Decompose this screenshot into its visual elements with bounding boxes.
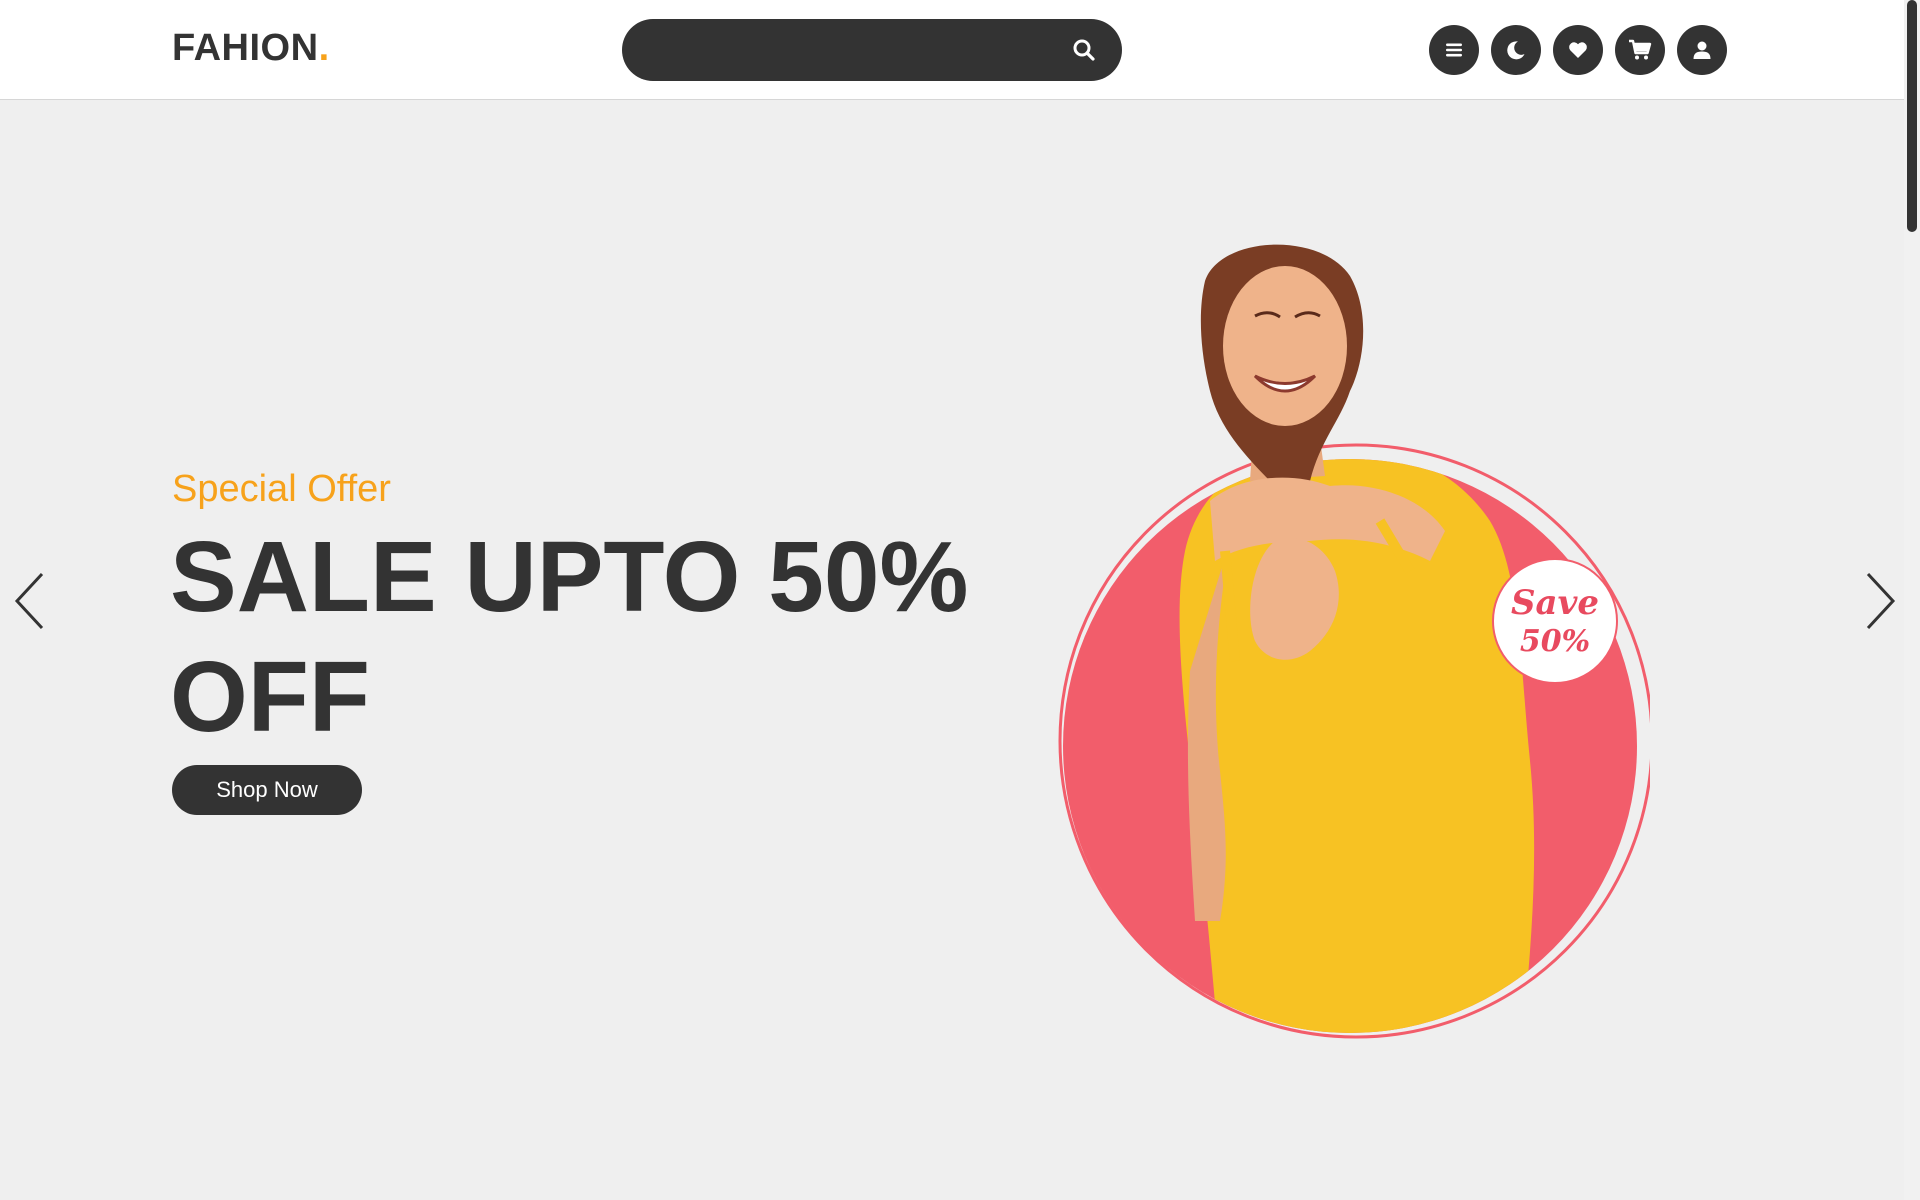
previous-slide-button[interactable] xyxy=(12,566,52,636)
hero-title: SALE UPTO 50% OFF xyxy=(170,521,969,753)
chevron-right-icon xyxy=(1866,572,1896,630)
search-input[interactable] xyxy=(652,31,1042,69)
badge-line-2: 50% xyxy=(1520,624,1590,659)
wishlist-button[interactable] xyxy=(1553,25,1603,75)
heart-icon xyxy=(1569,42,1587,58)
header: FAHION. xyxy=(0,0,1904,100)
cart-icon xyxy=(1629,39,1652,60)
search-button[interactable] xyxy=(1066,32,1102,68)
hero-image: Save 50% xyxy=(1058,244,1650,1039)
search-icon xyxy=(1073,39,1095,61)
cart-button[interactable] xyxy=(1615,25,1665,75)
hero-slider: Special Offer SALE UPTO 50% OFF Shop Now xyxy=(0,101,1904,1200)
model-face xyxy=(1223,266,1347,426)
save-badge: Save 50% xyxy=(1492,558,1618,684)
scrollbar[interactable] xyxy=(1904,0,1920,1200)
search-bar xyxy=(622,19,1122,81)
logo-text: FAHION xyxy=(172,27,319,69)
header-icons xyxy=(1429,25,1727,75)
menu-icon xyxy=(1446,43,1462,57)
hero-subtitle: Special Offer xyxy=(172,468,391,510)
scrollbar-thumb[interactable] xyxy=(1907,0,1917,232)
next-slide-button[interactable] xyxy=(1858,566,1898,636)
menu-button[interactable] xyxy=(1429,25,1479,75)
account-button[interactable] xyxy=(1677,25,1727,75)
dark-mode-button[interactable] xyxy=(1491,25,1541,75)
logo[interactable]: FAHION. xyxy=(172,27,330,70)
badge-line-1: Save xyxy=(1511,583,1599,623)
moon-icon xyxy=(1507,41,1525,60)
chevron-left-icon xyxy=(14,572,44,630)
shop-now-button[interactable]: Shop Now xyxy=(172,765,362,815)
logo-dot: . xyxy=(318,27,330,69)
user-icon xyxy=(1693,41,1711,59)
